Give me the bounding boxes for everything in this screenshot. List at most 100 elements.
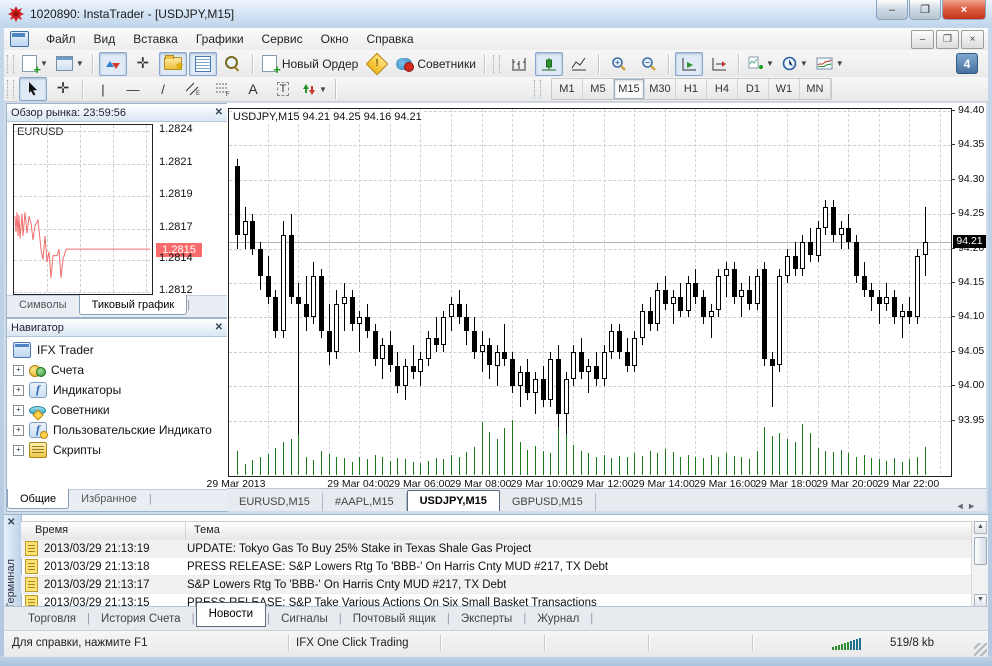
close-button[interactable]: × bbox=[942, 0, 986, 20]
market-watch-tab[interactable]: Символы bbox=[7, 296, 79, 314]
chart-shift-button[interactable] bbox=[705, 52, 733, 76]
mdi-minimize-button[interactable]: – bbox=[911, 30, 934, 49]
timeframe-button[interactable]: W1 bbox=[769, 79, 800, 99]
terminal-scrollbar[interactable]: ▲ ▼ bbox=[971, 521, 988, 607]
toolbar-gripper[interactable] bbox=[7, 55, 14, 73]
terminal-close-icon[interactable]: ✕ bbox=[7, 517, 15, 528]
data-window-button[interactable]: ✛ bbox=[129, 52, 157, 76]
new-order-button[interactable]: + Новый Ордер bbox=[259, 52, 361, 76]
market-watch-toggle[interactable] bbox=[99, 52, 127, 76]
tree-item[interactable]: +fИндикаторы bbox=[7, 380, 227, 400]
menu-item[interactable]: Файл bbox=[37, 29, 85, 49]
terminal-toggle[interactable] bbox=[219, 52, 247, 76]
tree-item[interactable]: +Советники bbox=[7, 400, 227, 420]
line-chart-button[interactable] bbox=[565, 52, 593, 76]
terminal-tab[interactable]: Эксперты bbox=[451, 610, 522, 628]
timeframe-button[interactable]: D1 bbox=[738, 79, 769, 99]
toolbar-gripper[interactable] bbox=[534, 80, 541, 98]
tree-item[interactable]: +fПользовательские Индикато bbox=[7, 420, 227, 440]
news-row[interactable]: 2013/03/29 21:13:18PRESS RELEASE: S&P Lo… bbox=[21, 558, 972, 576]
text-tool[interactable]: A bbox=[239, 77, 267, 101]
terminal-tab[interactable]: Новости bbox=[196, 602, 267, 627]
mdi-restore-button[interactable]: ❐ bbox=[936, 30, 959, 49]
minimize-button[interactable]: – bbox=[876, 0, 908, 20]
menu-item[interactable]: Вставка bbox=[124, 29, 187, 49]
navigator-titlebar[interactable]: Навигатор ✕ bbox=[7, 319, 227, 337]
expand-plus-icon[interactable]: + bbox=[13, 445, 24, 456]
market-watch-close-icon[interactable]: ✕ bbox=[215, 107, 223, 118]
profiles-button[interactable]: ▼ bbox=[53, 52, 87, 76]
periods-button[interactable]: ▼ bbox=[779, 52, 811, 76]
vertical-line-tool[interactable]: | bbox=[89, 77, 117, 101]
expand-plus-icon[interactable]: + bbox=[13, 365, 24, 376]
expert-advisors-button[interactable]: Советники bbox=[393, 52, 479, 76]
fibonacci-tool[interactable]: F bbox=[209, 77, 237, 101]
terminal-tab[interactable]: Торговля bbox=[18, 610, 86, 628]
timeframe-button[interactable]: M5 bbox=[583, 79, 614, 99]
timeframe-button[interactable]: H4 bbox=[707, 79, 738, 99]
tree-item[interactable]: +Счета bbox=[7, 360, 227, 380]
zoom-in-button[interactable] bbox=[605, 52, 633, 76]
menu-item[interactable]: Справка bbox=[358, 29, 423, 49]
tree-item[interactable]: +Скрипты bbox=[7, 440, 227, 460]
expand-plus-icon[interactable]: + bbox=[13, 425, 24, 436]
market-watch-tab[interactable]: Тиковый график bbox=[79, 295, 188, 315]
timeframe-button[interactable]: M15 bbox=[614, 79, 645, 99]
tree-item-root[interactable]: IFX Trader bbox=[7, 340, 227, 360]
scrollbar-thumb[interactable] bbox=[974, 537, 987, 565]
terminal-tab[interactable]: Журнал bbox=[527, 610, 589, 628]
trendline-tool[interactable]: / bbox=[149, 77, 177, 101]
title-bar[interactable]: 1020890: InstaTrader - [USDJPY,M15] – ❐ … bbox=[0, 0, 992, 29]
terminal-tab[interactable]: Почтовый ящик bbox=[343, 610, 446, 628]
resize-grip[interactable] bbox=[974, 643, 987, 656]
timeframe-button[interactable]: H1 bbox=[676, 79, 707, 99]
menu-item[interactable]: Окно bbox=[312, 29, 358, 49]
column-header-topic[interactable]: Тема bbox=[186, 522, 220, 540]
chart-tab[interactable]: USDJPY,M15 bbox=[407, 490, 500, 511]
chart-tab[interactable]: GBPUSD,M15 bbox=[500, 493, 596, 511]
status-mode-text[interactable]: IFX One Click Trading bbox=[296, 637, 408, 649]
candlestick-chart-button[interactable] bbox=[535, 52, 563, 76]
indicators-button[interactable]: ▼ bbox=[745, 52, 777, 76]
expand-plus-icon[interactable]: + bbox=[13, 405, 24, 416]
arrows-tool[interactable]: ▼ bbox=[299, 77, 330, 101]
navigator-toggle[interactable] bbox=[189, 52, 217, 76]
chart-tab[interactable]: #AAPL,M15 bbox=[323, 493, 407, 511]
timeframe-button[interactable]: M1 bbox=[552, 79, 583, 99]
maximize-button[interactable]: ❐ bbox=[909, 0, 941, 20]
crosshair-tool[interactable]: ✛ bbox=[49, 77, 77, 101]
news-row[interactable]: 2013/03/29 21:13:17S&P Lowers Rtg To 'BB… bbox=[21, 576, 972, 594]
timeframe-button[interactable]: M30 bbox=[645, 79, 676, 99]
warning-icon[interactable]: ! bbox=[363, 52, 391, 76]
mdi-close-button[interactable]: × bbox=[961, 30, 984, 49]
scroll-up-icon[interactable]: ▲ bbox=[974, 521, 987, 534]
toolbar-gripper[interactable] bbox=[7, 80, 14, 98]
bar-chart-button[interactable] bbox=[505, 52, 533, 76]
menu-item[interactable]: Вид bbox=[85, 29, 125, 49]
navigator-tab[interactable]: Общие bbox=[7, 489, 69, 509]
new-chart-button[interactable]: +▼ bbox=[19, 52, 51, 76]
news-row[interactable]: 2013/03/29 21:13:19UPDATE: Tokyo Gas To … bbox=[21, 540, 972, 558]
zoom-out-button[interactable] bbox=[635, 52, 663, 76]
templates-button[interactable]: ▼ bbox=[813, 52, 847, 76]
tick-chart[interactable]: EURUSD bbox=[13, 124, 153, 295]
price-axis[interactable]: 94.4094.3594.3094.2594.2094.1594.1094.05… bbox=[951, 108, 986, 475]
column-header-time[interactable]: Время bbox=[21, 522, 186, 540]
navigator-tab[interactable]: Избранное bbox=[69, 490, 149, 508]
terminal-tab[interactable]: Сигналы bbox=[271, 610, 338, 628]
notifications-badge[interactable]: 4 bbox=[956, 53, 978, 74]
horizontal-line-tool[interactable]: — bbox=[119, 77, 147, 101]
candlestick-chart[interactable]: USDJPY,M15 94.21 94.25 94.16 94.21 bbox=[228, 108, 952, 477]
timeframe-button[interactable]: MN bbox=[800, 79, 831, 99]
toolbar-gripper[interactable] bbox=[493, 55, 500, 73]
expand-plus-icon[interactable]: + bbox=[13, 385, 24, 396]
market-watch-titlebar[interactable]: Обзор рынка: 23:59:56 ✕ bbox=[7, 104, 227, 122]
navigator-close-icon[interactable]: ✕ bbox=[215, 322, 223, 333]
symbols-button[interactable]: ★ bbox=[159, 52, 187, 76]
auto-scroll-button[interactable] bbox=[675, 52, 703, 76]
text-label-tool[interactable]: T bbox=[269, 77, 297, 101]
equidistant-channel-tool[interactable]: E bbox=[179, 77, 207, 101]
chart-window-icon[interactable] bbox=[10, 31, 29, 47]
tab-scroll-arrows[interactable]: ◄ ► bbox=[956, 501, 986, 511]
cursor-tool[interactable] bbox=[19, 77, 47, 101]
